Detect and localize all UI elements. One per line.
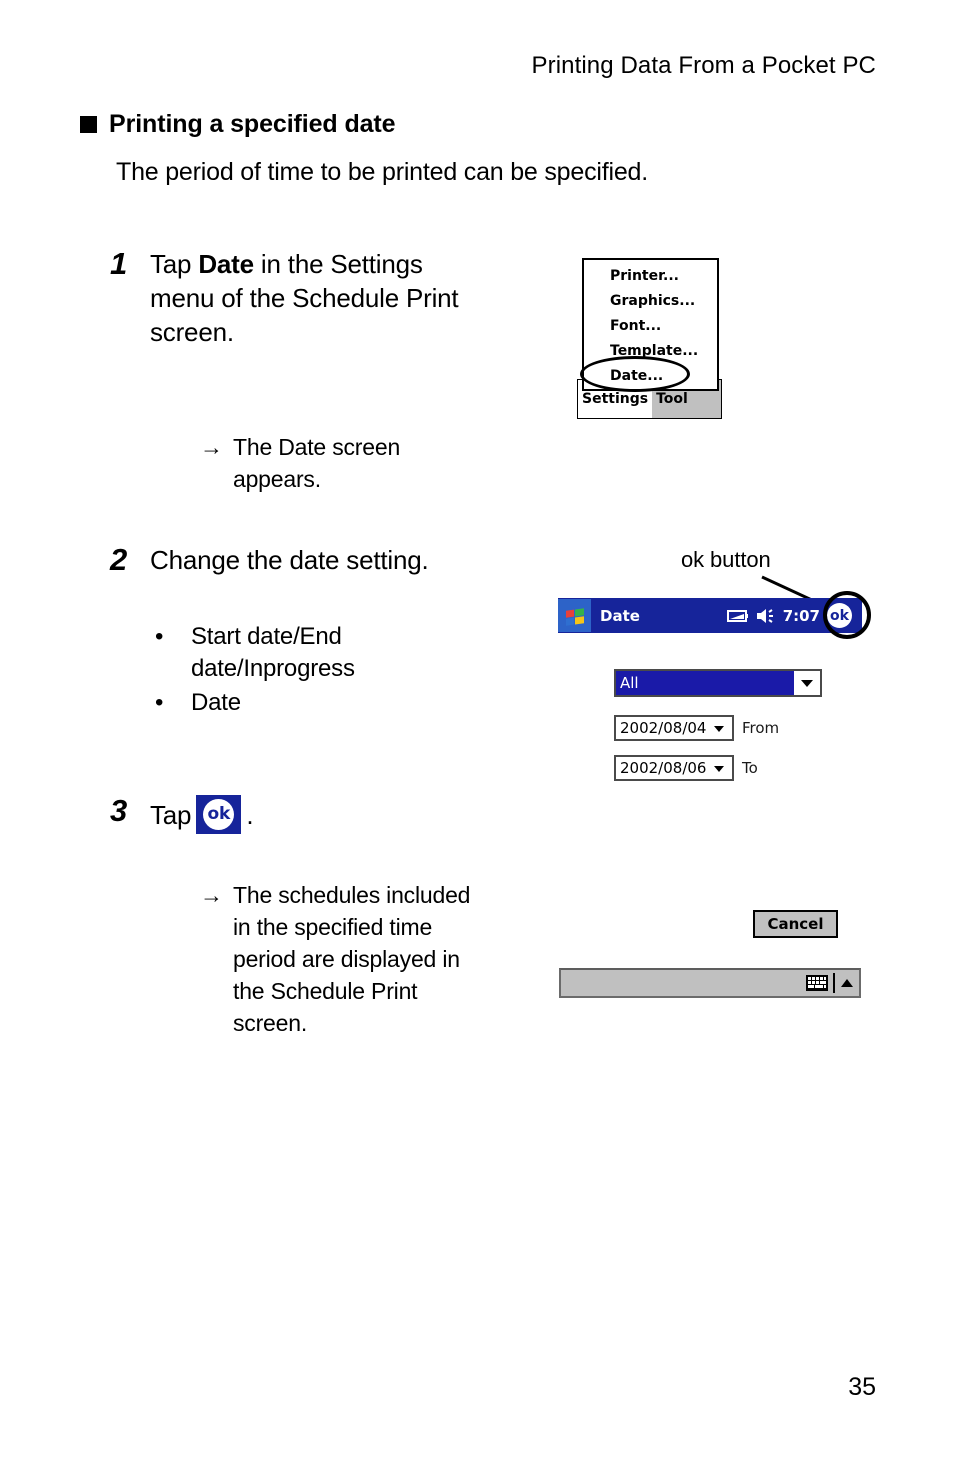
step-3-text-after: . (246, 800, 254, 830)
to-date-dropdown[interactable]: 2002/08/06 (614, 755, 734, 781)
to-date-value: 2002/08/06 (620, 759, 707, 777)
chevron-down-icon[interactable] (706, 757, 733, 779)
bullet-dot-icon: • (155, 688, 164, 716)
sip-toolbar (559, 968, 861, 998)
section-intro: The period of time to be printed can be … (116, 158, 648, 186)
ok-icon: ok (196, 795, 242, 834)
pda-clock: 7:07 (782, 606, 820, 625)
step-1-text-bold: Date (198, 249, 254, 279)
menu-item-date[interactable]: Date... (584, 364, 717, 389)
range-mode-value: All (616, 671, 794, 695)
to-date-label: To (742, 759, 758, 777)
pda-title-label: Date (600, 606, 640, 625)
menu-item-font[interactable]: Font... (584, 314, 717, 339)
step-2-bullets: • Start date/End date/Inprogress • Date (155, 621, 535, 721)
from-date-dropdown[interactable]: 2002/08/04 (614, 715, 734, 741)
section-heading-label: Printing a specified date (109, 110, 396, 138)
bullet-dot-icon: • (155, 623, 164, 650)
step-1-text-before: Tap (150, 249, 199, 279)
step-3-text-before: Tap (150, 800, 192, 830)
step-2-text: Change the date setting. (150, 545, 429, 575)
from-date-label: From (742, 719, 780, 737)
keyboard-icon[interactable] (806, 975, 828, 991)
menu-item-graphics[interactable]: Graphics... (584, 289, 717, 314)
settings-menu-screenshot: Settings Tool Printer... Graphics... Fon… (577, 258, 722, 424)
step-2: 2 Change the date setting. (110, 542, 510, 578)
step-1-text: Tap Date in the Settings menu of the Sch… (150, 248, 480, 349)
sip-separator (833, 973, 835, 993)
settings-menu-popup: Printer... Graphics... Font... Template.… (582, 258, 719, 391)
cancel-button[interactable]: Cancel (753, 910, 838, 938)
range-mode-dropdown[interactable]: All (614, 669, 822, 697)
result-arrow-icon: → (200, 882, 223, 908)
result-arrow-icon: → (200, 434, 223, 460)
step-3: 3 Tap ok. (110, 793, 510, 834)
ok-button-callout-label: ok button (681, 547, 771, 572)
step-1-result-text: The Date screen appears. (233, 434, 401, 492)
step-2-bullet-1: Start date/End date/Inprogress (191, 623, 355, 682)
from-date-value: 2002/08/04 (620, 719, 707, 737)
list-item: • Date (155, 687, 535, 719)
list-item: • Start date/End date/Inprogress (155, 621, 535, 685)
ok-icon-label: ok (203, 799, 235, 830)
step-1-result: → The Date screen appears. (200, 432, 500, 496)
speaker-icon[interactable] (756, 608, 776, 624)
bullet-square-icon (80, 116, 97, 133)
ok-button[interactable]: ok (827, 603, 852, 628)
step-2-number: 2 (110, 542, 128, 577)
step-1: 1 Tap Date in the Settings menu of the S… (110, 246, 510, 349)
menu-item-printer[interactable]: Printer... (584, 264, 717, 289)
step-3-result: → The schedules included in the specifie… (200, 880, 500, 1040)
chevron-down-icon[interactable] (706, 717, 733, 739)
chevron-down-icon[interactable] (794, 671, 820, 695)
step-3-text: Tap ok. (150, 795, 254, 834)
page-number: 35 (848, 1373, 876, 1401)
section-heading: Printing a specified date (80, 110, 396, 139)
step-3-number: 3 (110, 793, 128, 828)
pda-titlebar: Date 7:07 ok (558, 598, 862, 633)
battery-icon[interactable] (726, 609, 749, 623)
running-head: Printing Data From a Pocket PC (531, 52, 876, 79)
triangle-up-icon[interactable] (840, 978, 854, 988)
step-1-number: 1 (110, 246, 128, 281)
step-3-result-text: The schedules included in the specified … (233, 882, 471, 1036)
menu-item-template[interactable]: Template... (584, 339, 717, 364)
step-2-bullet-2: Date (191, 688, 241, 716)
windows-flag-icon[interactable] (558, 599, 591, 632)
pda-system-tray: 7:07 ok (726, 603, 862, 628)
